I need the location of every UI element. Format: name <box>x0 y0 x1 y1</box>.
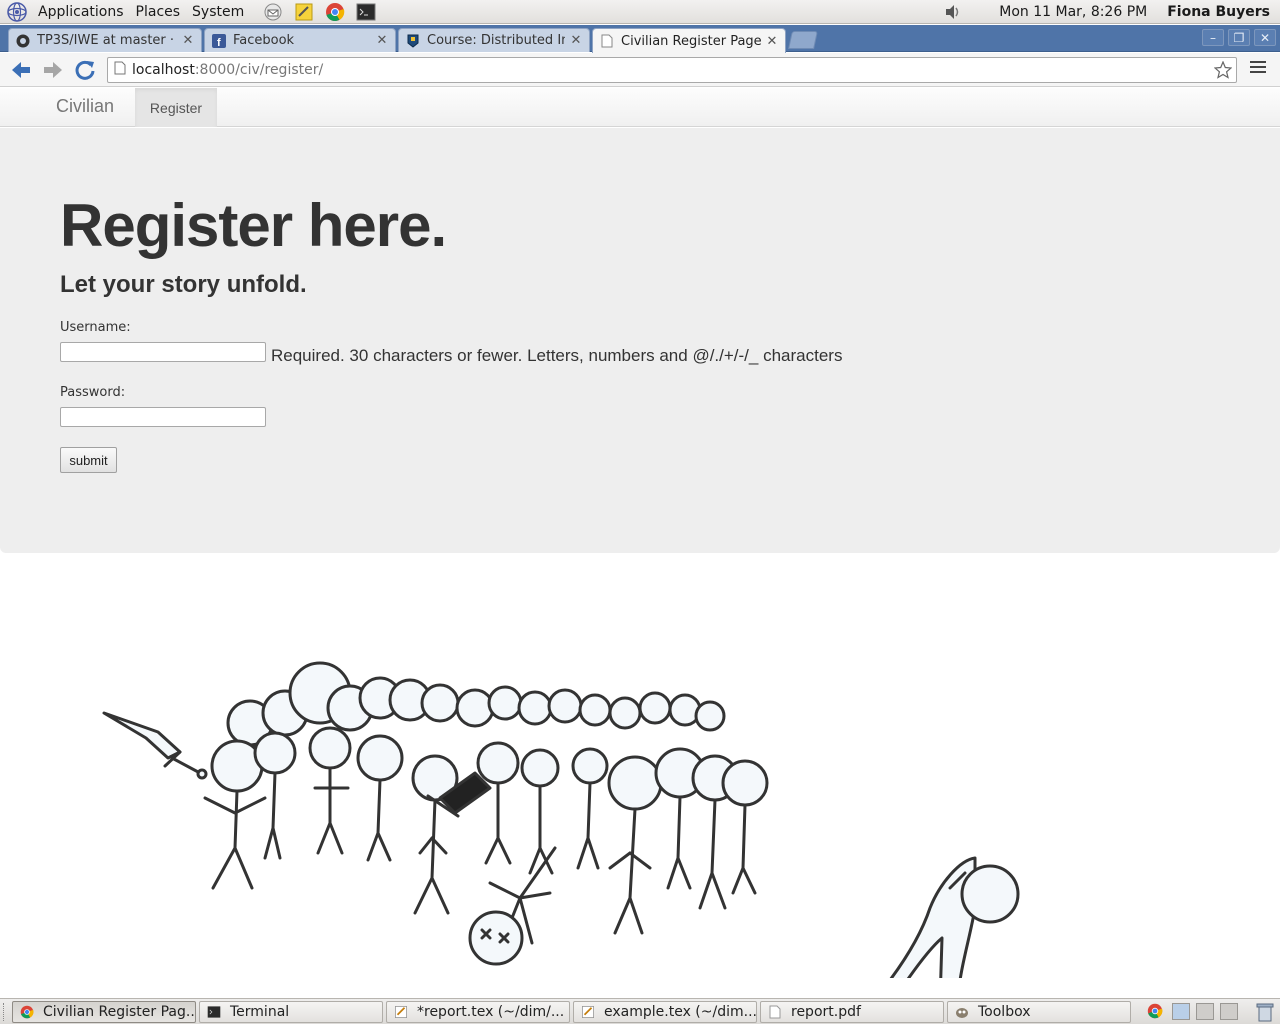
submit-button[interactable]: submit <box>60 447 117 473</box>
tray-chrome-icon[interactable] <box>1147 1003 1163 1023</box>
task-label: Terminal <box>230 1004 290 1020</box>
task-example-tex[interactable]: example.tex (~/dim... <box>573 1001 757 1023</box>
top-panel: Applications Places System Mon 11 Mar, 8… <box>0 0 1280 24</box>
workspace-3[interactable] <box>1220 1003 1238 1020</box>
nav-register-link[interactable]: Register <box>135 88 217 127</box>
stick-figure-crowd-illustration <box>102 661 1020 978</box>
close-icon[interactable]: ✕ <box>375 33 389 48</box>
close-icon[interactable]: ✕ <box>765 34 779 49</box>
reload-button[interactable] <box>72 57 98 83</box>
mail-icon[interactable] <box>262 1 284 23</box>
gnome-foot-icon[interactable] <box>6 1 28 23</box>
document-icon <box>767 1004 783 1020</box>
svg-text:f: f <box>217 37 221 48</box>
text-editor-icon <box>580 1004 596 1020</box>
places-menu[interactable]: Places <box>130 0 187 24</box>
url-host: localhost <box>132 62 195 78</box>
tab-civilian-register[interactable]: Civilian Register Page ✕ <box>592 28 786 53</box>
brand-link[interactable]: Civilian <box>56 96 114 117</box>
page-icon <box>114 61 126 79</box>
back-arrow-icon <box>12 62 30 78</box>
username-label: Username: <box>60 320 131 335</box>
tab-strip: TP3S/IWE at master · c ✕ f Facebook ✕ Co… <box>0 25 1280 53</box>
task-label: Civilian Register Pag... <box>43 1004 196 1020</box>
task-terminal[interactable]: Terminal <box>199 1001 383 1023</box>
close-icon[interactable]: ✕ <box>181 33 195 48</box>
notes-icon[interactable] <box>293 1 315 23</box>
password-input[interactable] <box>60 407 266 427</box>
task-chrome[interactable]: Civilian Register Pag... <box>12 1001 196 1023</box>
page-subtitle: Let your story unfold. <box>60 271 307 298</box>
github-icon <box>15 33 31 49</box>
page-icon <box>599 33 615 49</box>
task-label: report.pdf <box>791 1004 861 1020</box>
trash-icon[interactable] <box>1256 1002 1274 1026</box>
password-label: Password: <box>60 385 126 400</box>
minimize-button[interactable]: – <box>1202 29 1224 46</box>
tab-github[interactable]: TP3S/IWE at master · c ✕ <box>8 28 202 52</box>
applications-menu[interactable]: Applications <box>32 0 130 24</box>
tab-title: Civilian Register Page <box>621 33 761 49</box>
task-report-tex[interactable]: *report.tex (~/dim/... <box>386 1001 570 1023</box>
course-icon <box>405 33 421 49</box>
page-title: Register here. <box>60 192 447 259</box>
task-label: Toolbox <box>978 1004 1031 1020</box>
forward-arrow-icon <box>44 62 62 78</box>
forward-button[interactable] <box>40 57 66 83</box>
gimp-icon <box>954 1004 970 1020</box>
new-tab-button[interactable] <box>788 31 818 49</box>
bookmark-star-icon[interactable] <box>1213 60 1233 83</box>
workspace-2[interactable] <box>1196 1003 1214 1020</box>
taskbar: Civilian Register Pag... Terminal *repor… <box>0 998 1280 1024</box>
chrome-icon <box>19 1004 35 1020</box>
page-viewport: Civilian Register Register here. Let you… <box>0 88 1280 998</box>
system-menu[interactable]: System <box>186 0 250 24</box>
site-navbar: Civilian Register <box>0 88 1280 127</box>
user-name[interactable]: Fiona Buyers <box>1167 4 1270 20</box>
terminal-icon <box>206 1004 222 1020</box>
tab-title: TP3S/IWE at master · c <box>37 33 177 48</box>
username-input[interactable] <box>60 342 266 362</box>
back-button[interactable] <box>8 57 34 83</box>
maximize-button[interactable]: ❐ <box>1228 29 1250 46</box>
task-label: example.tex (~/dim... <box>604 1004 757 1020</box>
address-bar[interactable]: localhost:8000/civ/register/ <box>107 57 1237 83</box>
register-panel: Register here. Let your story unfold. Us… <box>0 128 1280 553</box>
username-help-text: Required. 30 characters or fewer. Letter… <box>271 346 843 365</box>
task-toolbox[interactable]: Toolbox <box>947 1001 1131 1023</box>
facebook-icon: f <box>211 33 227 49</box>
clock[interactable]: Mon 11 Mar, 8:26 PM <box>999 4 1147 20</box>
close-window-button[interactable]: ✕ <box>1254 29 1276 46</box>
tab-course[interactable]: Course: Distributed Info ✕ <box>398 28 590 52</box>
chrome-icon[interactable] <box>324 1 346 23</box>
volume-icon[interactable] <box>943 3 963 21</box>
tab-facebook[interactable]: f Facebook ✕ <box>204 28 396 52</box>
workspace-1[interactable] <box>1172 1003 1190 1020</box>
task-label: *report.tex (~/dim/... <box>417 1004 565 1020</box>
terminal-icon[interactable] <box>355 1 377 23</box>
task-report-pdf[interactable]: report.pdf <box>760 1001 944 1023</box>
url-path: :8000/civ/register/ <box>194 62 324 78</box>
tab-title: Facebook <box>233 33 295 48</box>
show-desktop-icon[interactable] <box>3 1003 9 1021</box>
reload-icon <box>75 60 95 80</box>
close-icon[interactable]: ✕ <box>569 33 583 48</box>
browser-toolbar: localhost:8000/civ/register/ <box>0 53 1280 87</box>
chrome-menu-icon[interactable] <box>1250 61 1266 76</box>
text-editor-icon <box>393 1004 409 1020</box>
tab-title: Course: Distributed Info <box>427 33 565 48</box>
